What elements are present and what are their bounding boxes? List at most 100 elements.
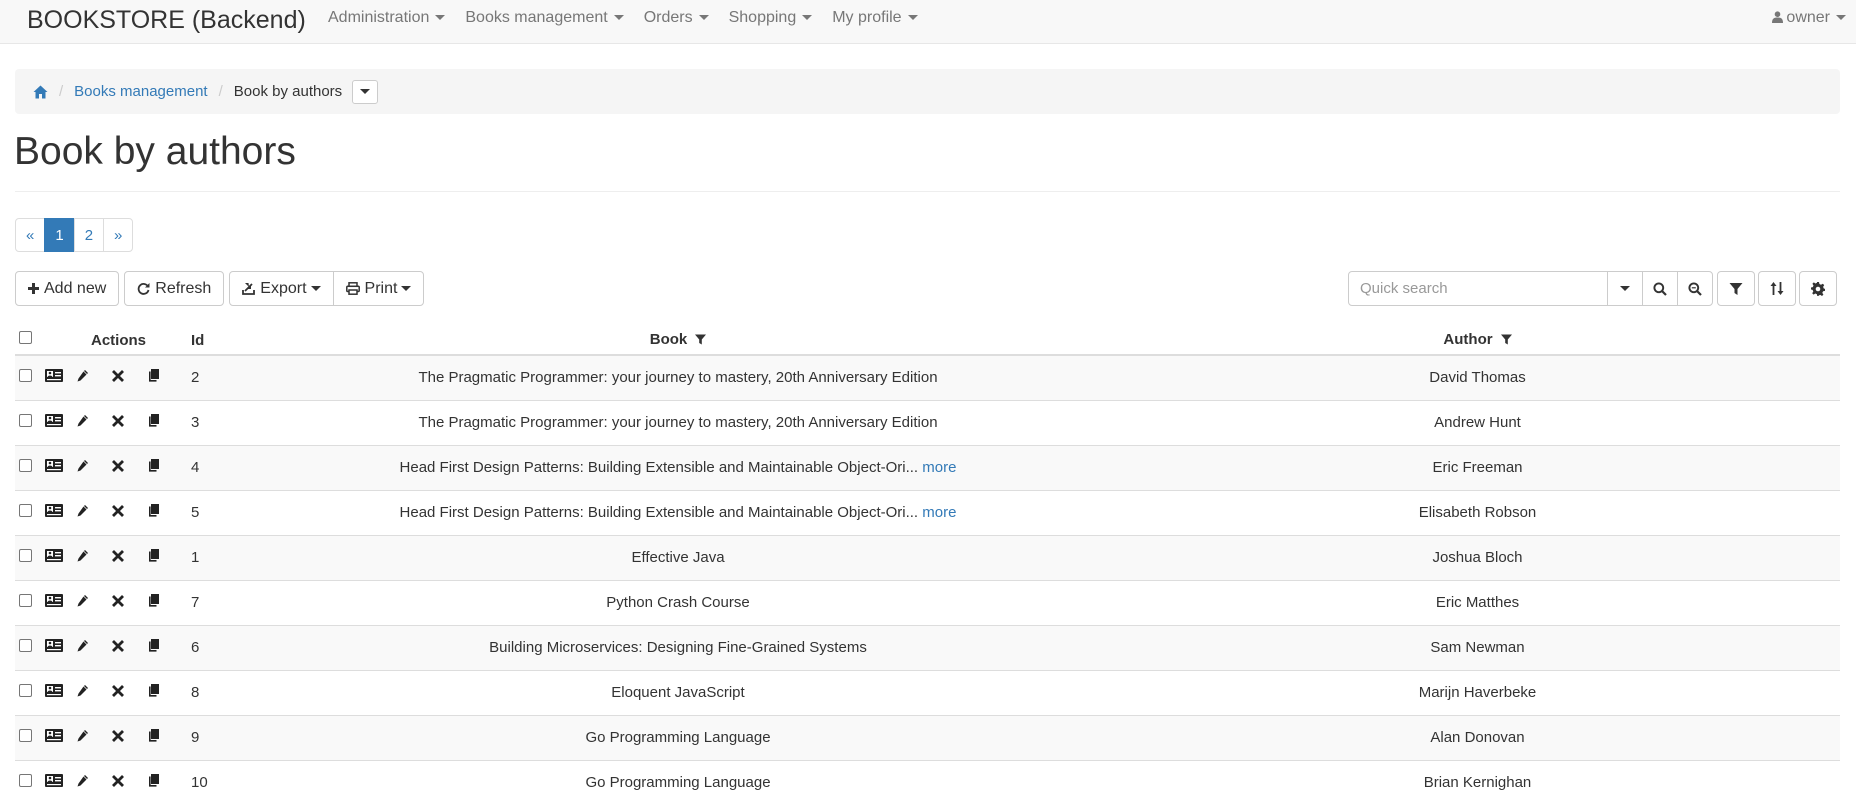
row-checkbox[interactable] [19,414,32,427]
row-author: Alan Donovan [1115,714,1840,760]
row-checkbox[interactable] [19,459,32,472]
caret-down-icon [1836,15,1846,21]
row-book: Head First Design Patterns: Building Ext… [241,489,1115,535]
nav-item-books-management[interactable]: Books management [465,0,624,38]
copy-record-button[interactable] [148,639,179,652]
edit-record-button[interactable] [77,460,108,472]
add-new-button[interactable]: Add new [15,271,120,306]
copy-record-button[interactable] [148,459,179,472]
home-icon[interactable] [33,85,48,99]
print-label: Print [364,279,398,297]
delete-record-button[interactable] [112,730,143,742]
row-checkbox[interactable] [19,639,32,652]
copy-record-button[interactable] [148,369,179,382]
filter-icon[interactable] [695,332,707,349]
view-record-button[interactable] [45,504,73,517]
edit-record-button[interactable] [77,505,108,517]
copy-record-button[interactable] [148,729,179,742]
edit-record-button[interactable] [77,775,108,787]
copy-record-button[interactable] [148,504,179,517]
edit-record-button[interactable] [77,595,108,607]
view-record-button[interactable] [45,684,73,697]
quick-search-input[interactable] [1348,271,1608,306]
pagination-prev[interactable]: « [15,218,46,252]
nav-label: Books management [465,9,608,26]
advanced-search-button[interactable] [1677,271,1713,306]
view-record-button[interactable] [45,369,73,383]
copy-record-button[interactable] [148,414,179,427]
more-link[interactable]: more [922,504,956,521]
pagination-page-2[interactable]: 2 [73,218,105,252]
copy-record-button[interactable] [148,684,179,697]
row-checkbox[interactable] [19,549,32,562]
view-record-button[interactable] [45,414,73,427]
nav-label: Shopping [728,9,797,26]
row-checkbox[interactable] [19,504,32,517]
nav-item-my-profile[interactable]: My profile [832,0,918,38]
id-card-icon [45,684,63,697]
nav-label: Administration [328,9,430,26]
delete-record-button[interactable] [112,460,143,472]
search-button[interactable] [1642,271,1678,306]
delete-record-button[interactable] [112,775,143,788]
row-checkbox[interactable] [19,684,32,697]
book-title: Building Microservices: Designing Fine-G… [489,639,867,656]
row-book: The Pragmatic Programmer: your journey t… [241,399,1115,445]
book-header[interactable]: Book [241,326,1115,356]
book-title: Python Crash Course [606,594,750,611]
nav-item-orders[interactable]: Orders [644,0,709,38]
print-button[interactable]: Print [332,271,425,306]
row-checkbox[interactable] [19,774,32,788]
export-button[interactable]: Export [229,271,334,306]
edit-record-button[interactable] [77,415,108,427]
settings-button[interactable] [1799,271,1837,306]
delete-record-button[interactable] [112,685,143,697]
delete-record-button[interactable] [112,505,143,517]
delete-record-button[interactable] [112,415,143,427]
copy-record-button[interactable] [148,774,179,787]
pagination-page-1[interactable]: 1 [44,218,75,252]
id-card-icon [45,549,63,562]
search-options-dropdown[interactable] [1607,271,1643,306]
view-record-button[interactable] [45,549,73,562]
view-record-button[interactable] [45,729,73,742]
view-record-button[interactable] [45,639,73,652]
row-id: 6 [191,624,241,670]
pagination-next[interactable]: » [103,218,134,252]
row-checkbox[interactable] [19,369,32,383]
copy-record-button[interactable] [148,594,179,607]
id-header[interactable]: Id [191,326,241,356]
refresh-label: Refresh [155,279,212,297]
delete-record-button[interactable] [112,595,143,607]
breadcrumb-link-books-management[interactable]: Books management [74,83,207,100]
delete-record-button[interactable] [112,640,143,652]
user-menu[interactable]: owner [1772,0,1846,36]
delete-record-button[interactable] [112,370,143,383]
author-header[interactable]: Author [1115,326,1840,356]
more-link[interactable]: more [922,459,956,476]
view-record-button[interactable] [45,774,73,788]
nav-item-administration[interactable]: Administration [328,0,446,38]
sort-button[interactable] [1758,271,1796,306]
edit-record-button[interactable] [77,370,108,382]
row-checkbox[interactable] [19,594,32,607]
row-book: Eloquent JavaScript [241,669,1115,715]
view-record-button[interactable] [45,594,73,607]
edit-record-button[interactable] [77,730,108,742]
select-all-checkbox[interactable] [19,331,32,345]
row-checkbox[interactable] [19,729,32,742]
nav-item-shopping[interactable]: Shopping [729,0,813,38]
refresh-button[interactable]: Refresh [124,271,225,306]
breadcrumb-dropdown-button[interactable] [352,79,379,104]
breadcrumb-separator: / [59,83,64,100]
filter-button[interactable] [1717,271,1755,306]
delete-record-button[interactable] [112,550,143,562]
edit-record-button[interactable] [77,685,108,697]
copy-record-button[interactable] [148,549,179,562]
pencil-icon [77,460,89,472]
edit-record-button[interactable] [77,550,108,562]
brand-title[interactable]: BOOKSTORE (Backend) [27,6,306,35]
edit-record-button[interactable] [77,640,108,652]
filter-icon[interactable] [1500,332,1512,349]
view-record-button[interactable] [45,459,73,472]
